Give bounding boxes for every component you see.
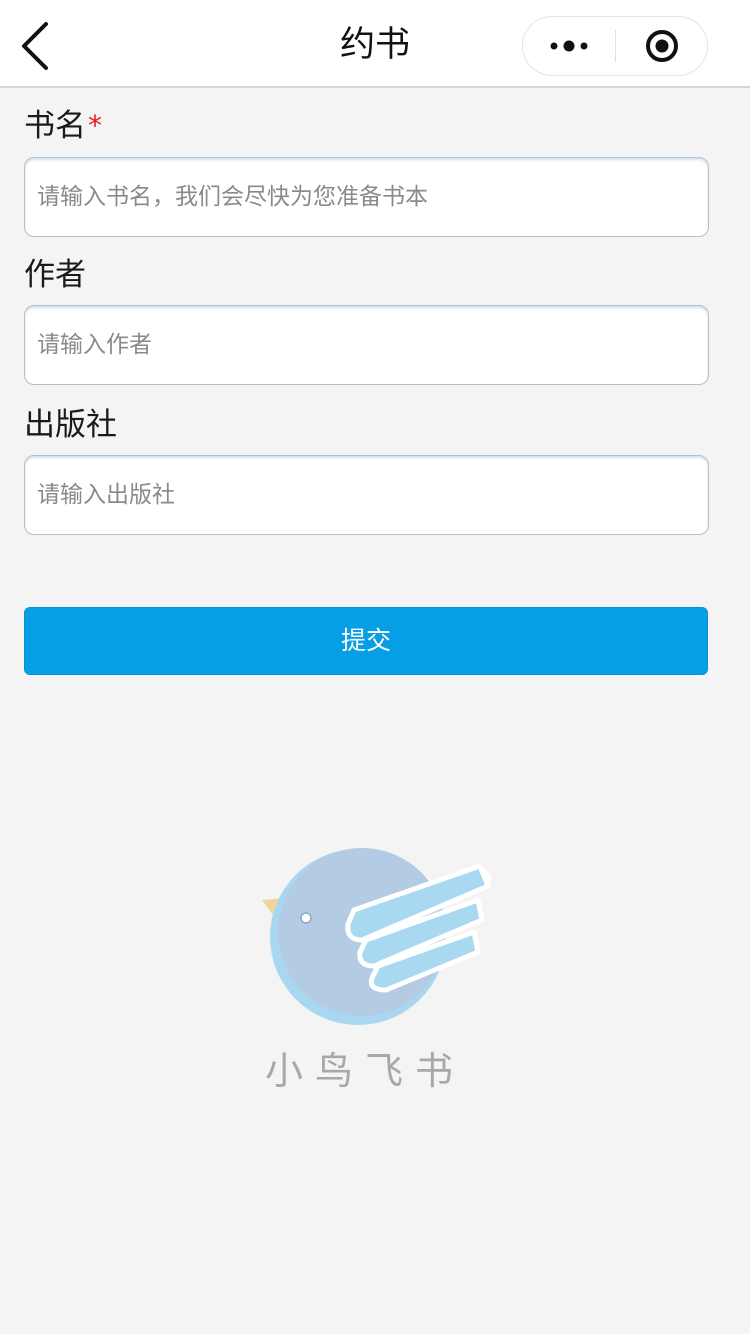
more-button[interactable] [523, 17, 615, 75]
required-mark: * [88, 109, 102, 142]
book-name-label: 书名* [24, 106, 102, 146]
author-label: 作者 [24, 257, 86, 293]
target-circle-icon [646, 30, 678, 62]
publisher-input[interactable] [24, 455, 709, 535]
book-name-label-text: 书名 [24, 108, 86, 144]
close-miniprogram-button[interactable] [616, 17, 708, 75]
capsule-menu [522, 16, 708, 76]
book-name-input[interactable] [24, 157, 709, 237]
bird-book-logo-icon [262, 848, 492, 1025]
brand-logo-text: 小鸟飞书 [264, 1049, 465, 1093]
more-dots-icon [550, 40, 588, 52]
publisher-label: 出版社 [24, 407, 117, 443]
submit-button[interactable]: 提交 [24, 607, 708, 675]
page: 约书 书名* 作者 出版社 提交 [0, 0, 750, 1334]
author-input[interactable] [24, 305, 709, 385]
navigation-bar: 约书 [0, 0, 750, 88]
